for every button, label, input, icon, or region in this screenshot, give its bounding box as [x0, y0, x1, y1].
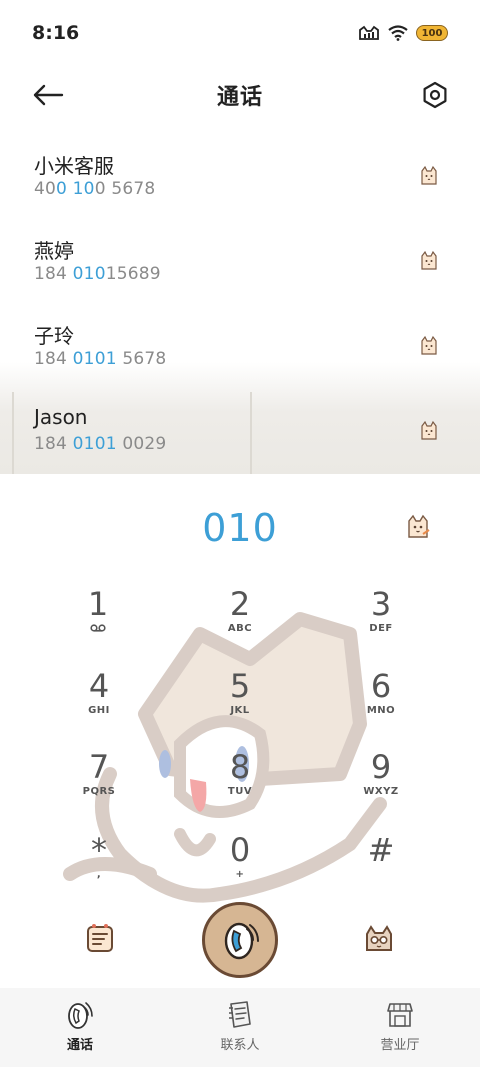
contact-name: 燕婷 [34, 239, 74, 263]
nav-tab-contacts[interactable]: 联系人 [160, 988, 320, 1067]
nav-tab-store[interactable]: 营业厅 [320, 988, 480, 1067]
contact-name: 子玲 [34, 324, 74, 348]
cat-sticker-icon[interactable] [404, 512, 432, 540]
nav-tab-calls[interactable]: 通话 [0, 988, 160, 1067]
signal-cat-icon [359, 25, 379, 40]
status-icons: 100 [358, 25, 448, 41]
cat-sticker-icon[interactable] [418, 164, 440, 186]
back-button[interactable] [28, 78, 68, 112]
dialpad-notes-icon[interactable] [84, 922, 116, 954]
key-7[interactable]: 7 PQRS [51, 749, 147, 821]
contact-row[interactable]: Jason 184 0101 0029 [0, 387, 480, 472]
key-hash[interactable]: # [333, 832, 429, 904]
contact-row[interactable]: 子玲 184 0101 5678 [0, 302, 480, 387]
wifi-icon [388, 25, 408, 41]
key-6[interactable]: 6 MNO [333, 668, 429, 740]
arrow-left-icon [33, 84, 64, 106]
gear-icon [423, 81, 447, 109]
battery-icon: 100 [416, 25, 448, 41]
contact-name: 小米客服 [34, 154, 114, 178]
cat-sticker-icon[interactable] [418, 334, 440, 356]
contact-number: 184 01015689 [34, 264, 161, 284]
page-title: 通话 [216, 85, 263, 110]
contact-number: 184 0101 0029 [34, 434, 167, 454]
contacts-book-icon [229, 1001, 251, 1028]
nav-label: 联系人 [220, 1038, 260, 1053]
status-time: 8:16 [32, 22, 80, 44]
dial-input-area: 010 [0, 474, 480, 584]
call-button[interactable] [202, 902, 278, 978]
nav-label: 营业厅 [380, 1038, 420, 1053]
app-header: 通话 [0, 66, 480, 124]
nav-label: 通话 [66, 1038, 93, 1053]
key-0[interactable]: 0 + [192, 832, 288, 904]
contact-name: Jason [34, 405, 88, 429]
key-1[interactable]: 1 [50, 586, 146, 658]
contact-number: 184 0101 5678 [34, 349, 167, 369]
key-2[interactable]: 2 ABC [192, 586, 288, 658]
settings-button[interactable] [418, 78, 452, 112]
key-8[interactable]: 8 TUV [192, 749, 288, 821]
contact-number: 400 100 5678 [34, 179, 156, 199]
key-4[interactable]: 4 GHI [51, 668, 147, 740]
key-9[interactable]: 9 WXYZ [333, 749, 429, 821]
phone-cat-icon [68, 1002, 93, 1029]
bottom-nav: 通话 联系人 营业厅 [0, 988, 480, 1067]
contact-results: 小米客服 400 100 5678 燕婷 184 01015689 子玲 184… [0, 132, 480, 474]
contact-row[interactable]: 燕婷 184 01015689 [0, 217, 480, 302]
status-bar: 8:16 100 [0, 0, 480, 66]
voicemail-icon [90, 624, 106, 632]
key-5[interactable]: 5 JKL [192, 668, 288, 740]
cat-sticker-icon[interactable] [418, 419, 440, 441]
call-actions [0, 900, 480, 985]
store-icon [387, 1003, 413, 1027]
cat-avatar-icon[interactable] [362, 922, 396, 956]
cat-sticker-icon[interactable] [418, 249, 440, 271]
key-star[interactable]: *, [51, 832, 147, 904]
contact-row[interactable]: 小米客服 400 100 5678 [0, 132, 480, 217]
key-3[interactable]: 3 DEF [333, 586, 429, 658]
phone-cat-icon [224, 922, 259, 960]
